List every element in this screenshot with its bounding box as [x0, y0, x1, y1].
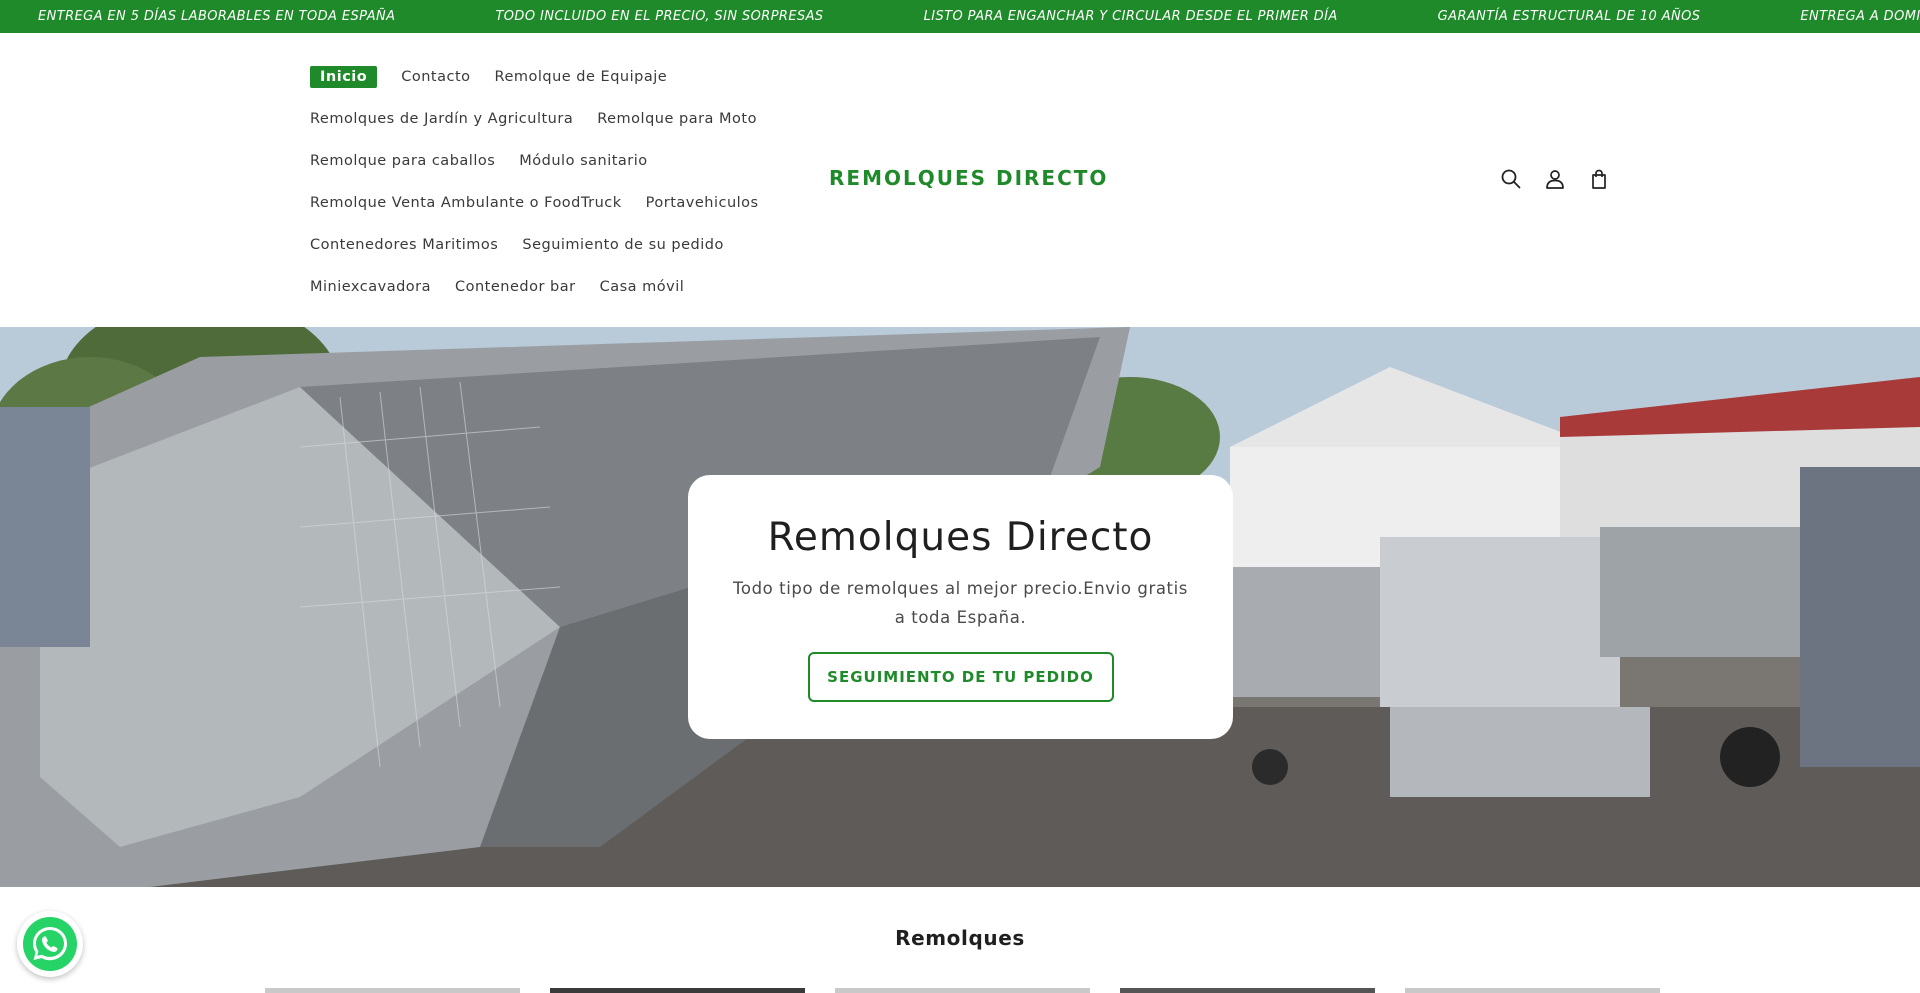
nav-row: Remolque para caballos Módulo sanitario	[310, 140, 780, 182]
nav-item-contacto[interactable]: Contacto	[401, 69, 470, 85]
nav-item-remolque-caballos[interactable]: Remolque para caballos	[310, 153, 495, 169]
announcement-message: LISTO PARA ENGANCHAR Y CIRCULAR DESDE EL…	[923, 9, 1338, 24]
product-card[interactable]	[1405, 988, 1660, 993]
nav-row: Remolque Venta Ambulante o FoodTruck Por…	[310, 182, 780, 224]
site-header: Inicio Contacto Remolque de Equipaje Rem…	[0, 33, 1920, 327]
announcement-message: GARANTÍA ESTRUCTURAL DE 10 AÑOS	[1437, 9, 1701, 24]
hero-card: Remolques Directo Todo tipo de remolques…	[688, 475, 1233, 739]
nav-item-seguimiento-pedido[interactable]: Seguimiento de su pedido	[522, 237, 724, 253]
search-icon[interactable]	[1498, 166, 1524, 192]
header-icons	[1498, 166, 1612, 192]
collection-grid	[0, 988, 1920, 993]
announcement-bar: ENTREGA EN 5 DÍAS LABORABLES EN TODA ESP…	[0, 0, 1920, 33]
nav-item-remolque-moto[interactable]: Remolque para Moto	[597, 111, 757, 127]
hero-title: Remolques Directo	[767, 515, 1154, 560]
nav-item-foodtruck[interactable]: Remolque Venta Ambulante o FoodTruck	[310, 195, 622, 211]
nav-row: Miniexcavadora Contenedor bar Casa móvil	[310, 266, 780, 308]
nav-item-remolque-equipaje[interactable]: Remolque de Equipaje	[495, 69, 668, 85]
product-card[interactable]	[265, 988, 520, 993]
product-card[interactable]	[1120, 988, 1375, 993]
nav-item-modulo-sanitario[interactable]: Módulo sanitario	[519, 153, 647, 169]
announcement-message: TODO INCLUIDO EN EL PRECIO, SIN SORPRESA…	[495, 9, 824, 24]
product-card[interactable]	[550, 988, 805, 993]
whatsapp-icon	[23, 917, 77, 971]
collection-title: Remolques	[895, 926, 1025, 950]
nav-item-jardin-agricultura[interactable]: Remolques de Jardín y Agricultura	[310, 111, 573, 127]
order-tracking-button[interactable]: SEGUIMIENTO DE TU PEDIDO	[807, 652, 1114, 702]
nav-item-miniexcavadora[interactable]: Miniexcavadora	[310, 279, 431, 295]
hero-subtitle: Todo tipo de remolques al mejor precio.E…	[733, 579, 1188, 627]
nav-item-inicio[interactable]: Inicio	[310, 66, 378, 88]
nav-item-portavehiculos[interactable]: Portavehiculos	[646, 195, 759, 211]
hero-banner: Remolques Directo Todo tipo de remolques…	[0, 327, 1920, 887]
product-card[interactable]	[835, 988, 1090, 993]
nav-item-casa-movil[interactable]: Casa móvil	[600, 279, 685, 295]
account-icon[interactable]	[1542, 166, 1568, 192]
nav-row: Inicio Contacto Remolque de Equipaje	[310, 56, 780, 98]
main-nav: Inicio Contacto Remolque de Equipaje Rem…	[310, 56, 780, 308]
whatsapp-button[interactable]	[17, 911, 83, 977]
nav-item-contenedor-bar[interactable]: Contenedor bar	[455, 279, 576, 295]
nav-item-contenedores-maritimos[interactable]: Contenedores Maritimos	[310, 237, 498, 253]
announcement-message: ENTREGA A DOMICILIO	[1800, 9, 1920, 24]
announcement-message: ENTREGA EN 5 DÍAS LABORABLES EN TODA ESP…	[38, 9, 396, 24]
site-logo[interactable]: REMOLQUES DIRECTO	[829, 166, 1108, 190]
nav-row: Contenedores Maritimos Seguimiento de su…	[310, 224, 780, 266]
cart-icon[interactable]	[1586, 166, 1612, 192]
nav-row: Remolques de Jardín y Agricultura Remolq…	[310, 98, 780, 140]
